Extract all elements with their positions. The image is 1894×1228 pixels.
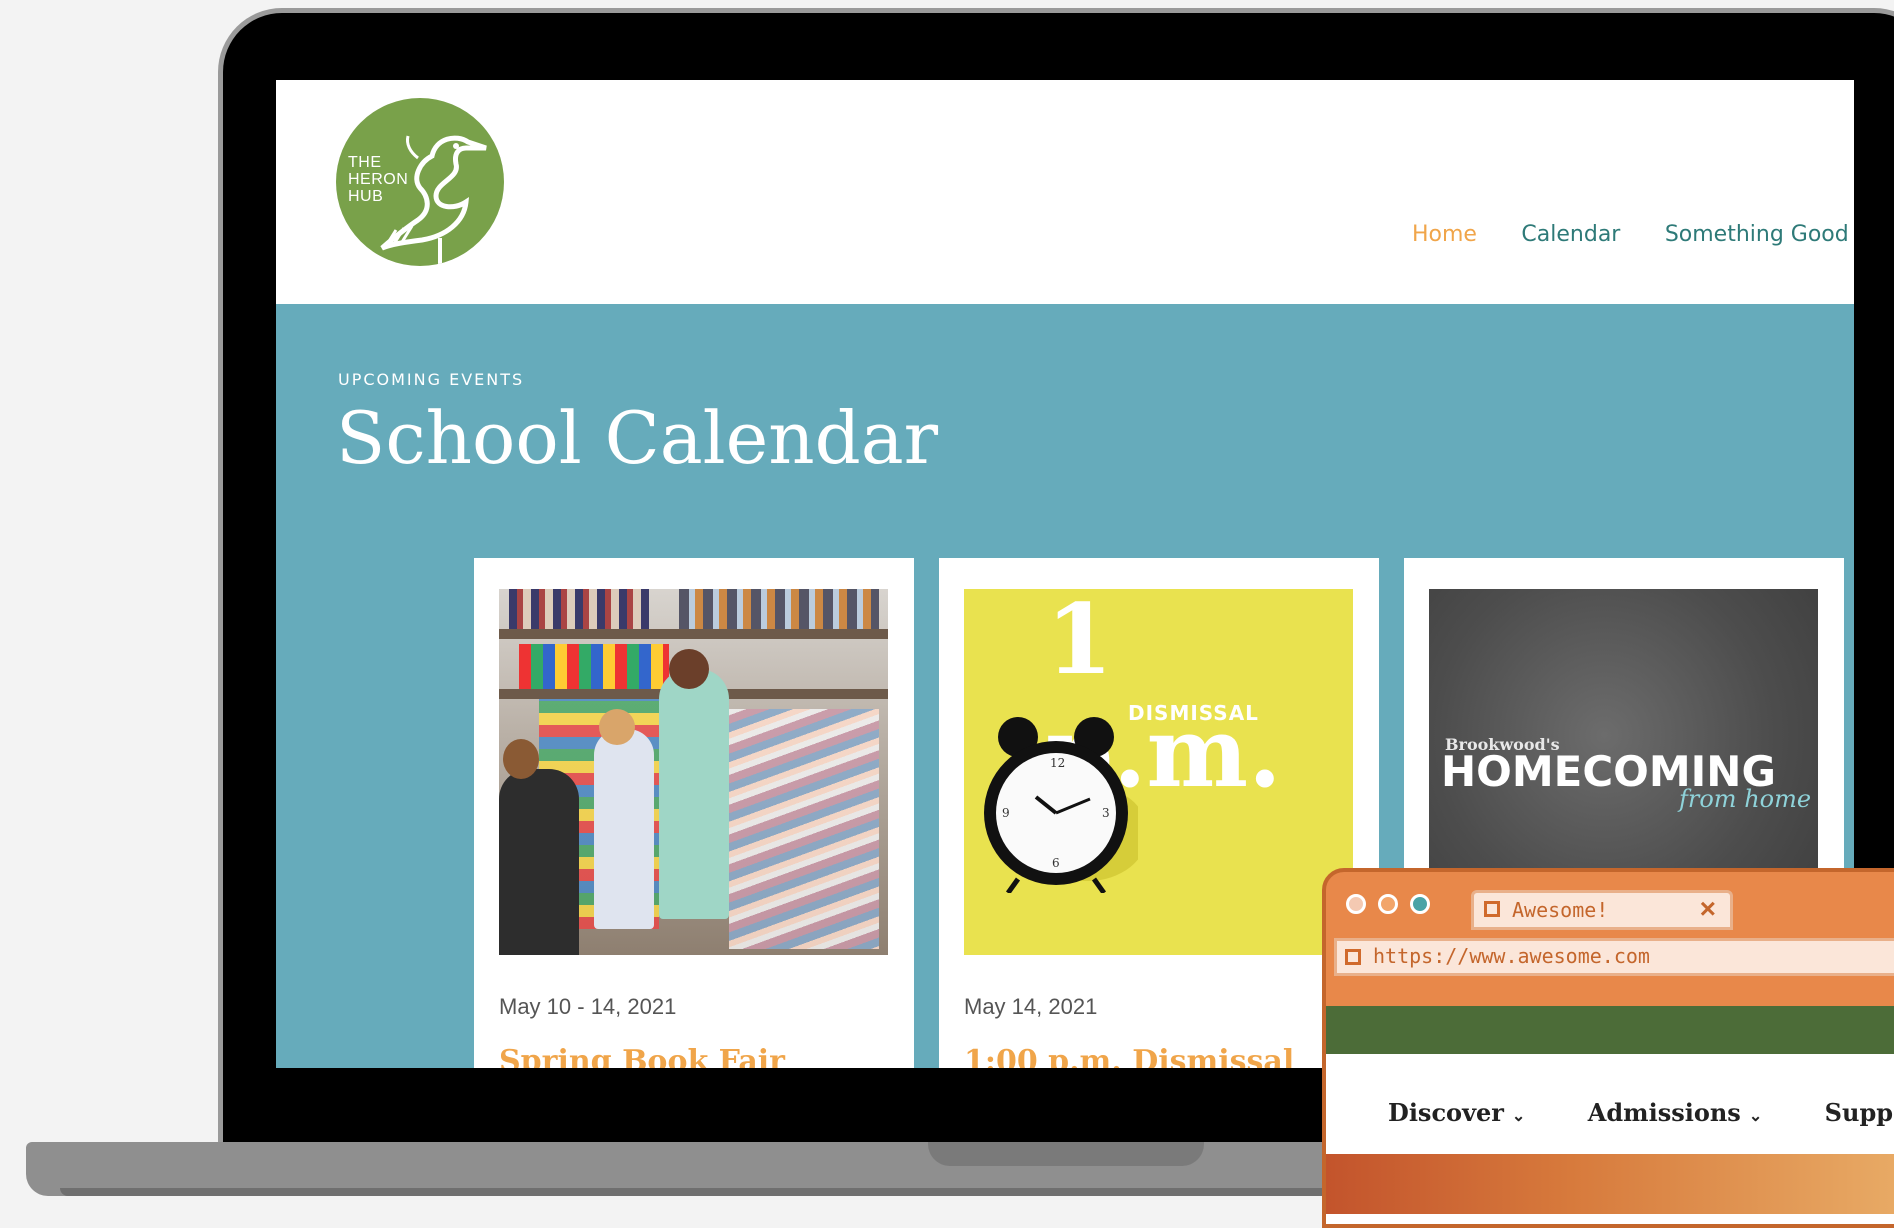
svg-text:6: 6 <box>1052 856 1060 870</box>
logo-line-1: THE <box>348 154 382 171</box>
book-fair-photo <box>499 589 888 955</box>
tab-close-icon[interactable]: × <box>1700 893 1716 925</box>
logo-wordmark: THE HERON HUB <box>348 154 408 205</box>
tab-label: Awesome! <box>1512 898 1609 922</box>
nav-calendar[interactable]: Calendar <box>1521 222 1620 247</box>
event-card-dismissal[interactable]: 1 p.m. DISMISSAL 12 3 6 9 May 14, 2021 1… <box>939 558 1379 1068</box>
logo-line-2: HERON <box>348 171 409 188</box>
site-header: THE HERON HUB Home Calendar Something Go… <box>276 80 1854 304</box>
event-card-book-fair[interactable]: May 10 - 14, 2021 Spring Book Fair <box>474 558 914 1068</box>
page-title: School Calendar <box>336 396 939 480</box>
svg-text:3: 3 <box>1102 806 1110 820</box>
hero-eyebrow: UPCOMING EVENTS <box>338 370 525 389</box>
sticker-nav-discover[interactable]: Discover ⌄ <box>1388 1098 1525 1127</box>
image-small-text: DISMISSAL <box>1128 701 1259 725</box>
event-title[interactable]: 1:00 p.m. Dismissal <box>964 1044 1294 1068</box>
heron-hub-logo[interactable]: THE HERON HUB <box>336 98 504 266</box>
url-bar[interactable]: https://www.awesome.com <box>1334 938 1894 976</box>
event-date: May 10 - 14, 2021 <box>499 994 677 1019</box>
browser-tab[interactable]: Awesome! × <box>1471 890 1733 930</box>
nav-label: Admissions <box>1587 1098 1741 1127</box>
sticker-page: Discover ⌄ Admissions ⌄ Support <box>1326 1006 1894 1224</box>
sticker-nav: Discover ⌄ Admissions ⌄ Support <box>1326 1098 1894 1127</box>
sticker-nav-support[interactable]: Support <box>1825 1098 1894 1127</box>
window-dot-minimize-icon <box>1378 894 1398 914</box>
url-page-icon <box>1345 949 1361 965</box>
event-title[interactable]: Spring Book Fair <box>499 1044 785 1068</box>
nav-label: Support <box>1824 1098 1894 1127</box>
url-text: https://www.awesome.com <box>1373 944 1650 968</box>
sticker-top-bar <box>1326 1006 1894 1054</box>
logo-line-3: HUB <box>348 188 384 205</box>
svg-text:12: 12 <box>1050 756 1065 770</box>
browser-window-sticker: Awesome! × https://www.awesome.com Disco… <box>1322 868 1894 1228</box>
alarm-clock-icon: 12 3 6 9 <box>984 717 1138 893</box>
alarm-clock-image: 1 p.m. DISMISSAL 12 3 6 9 <box>964 589 1353 955</box>
tab-page-icon <box>1484 901 1500 917</box>
main-nav: Home Calendar Something Good <box>1412 222 1854 247</box>
chevron-down-icon: ⌄ <box>1511 1106 1526 1125</box>
svg-text:9: 9 <box>1002 806 1010 820</box>
image-script-text: from home <box>1679 785 1812 813</box>
sticker-nav-admissions[interactable]: Admissions ⌄ <box>1588 1098 1762 1127</box>
window-dot-close-icon <box>1346 894 1366 914</box>
nav-label: Discover <box>1388 1098 1504 1127</box>
laptop-notch <box>928 1142 1204 1166</box>
event-date: May 14, 2021 <box>964 994 1098 1019</box>
window-dot-maximize-icon <box>1410 894 1430 914</box>
sticker-hero-image <box>1326 1154 1894 1214</box>
chevron-down-icon: ⌄ <box>1748 1106 1763 1125</box>
nav-something-good[interactable]: Something Good <box>1665 222 1849 247</box>
nav-home[interactable]: Home <box>1412 222 1477 247</box>
